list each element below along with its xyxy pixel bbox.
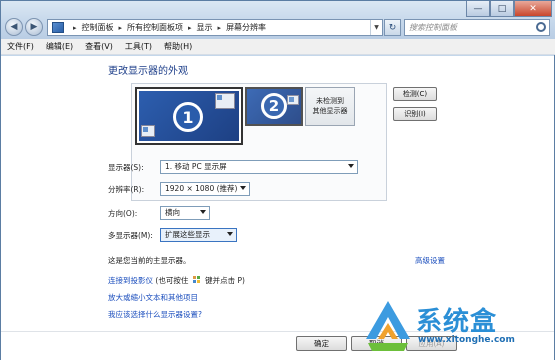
projector-hint-prefix: (也可按住 [155, 276, 189, 285]
minimize-button[interactable]: — [466, 1, 490, 17]
display-select-value: 1. 移动 PC 显示屏 [165, 162, 227, 171]
menu-view[interactable]: 查看(V) [85, 41, 113, 52]
maximize-button[interactable]: □ [490, 1, 514, 17]
monitor-2-number: 2 [261, 93, 287, 119]
chevron-right-icon: ▸ [118, 23, 123, 32]
search-placeholder: 搜索控制面板 [409, 23, 457, 32]
resolution-select-value: 1920 × 1080 (推荐) [165, 184, 238, 193]
menu-edit[interactable]: 编辑(E) [46, 41, 73, 52]
breadcrumb-item[interactable]: 控制面板 [82, 22, 114, 33]
breadcrumb-item[interactable]: 显示 [197, 22, 213, 33]
chevron-right-icon: ▸ [188, 23, 192, 32]
undetected-display: 未检测到 其他显示器 [305, 87, 355, 126]
text-size-link[interactable]: 放大或缩小文本和其他项目 [108, 292, 198, 303]
chevron-right-icon: ▸ [73, 23, 77, 32]
search-icon [536, 22, 546, 32]
resolution-label: 分辨率(R): [108, 184, 145, 194]
identify-button[interactable]: 识别(I) [393, 107, 437, 121]
display-label: 显示器(S): [108, 162, 144, 172]
advanced-settings-link[interactable]: 高级设置 [415, 255, 445, 266]
forward-arrow-icon: ▶ [30, 22, 38, 32]
multi-display-select-value: 扩展这些显示 [165, 230, 210, 239]
control-panel-icon [52, 22, 64, 33]
projector-line: 连接到投影仪 (也可按住 键并点击 P) [108, 275, 245, 286]
window-thumbnail-icon [287, 95, 299, 105]
chevron-right-icon: ▸ [217, 23, 222, 32]
monitor-2[interactable]: 2 [245, 87, 303, 126]
undetected-text-line2: 其他显示器 [312, 107, 348, 115]
window-thumbnail-icon [215, 93, 235, 109]
orientation-select[interactable]: 横向 [160, 206, 210, 220]
orientation-row: 方向(O): 横向 [108, 206, 210, 220]
chevron-down-icon [200, 210, 206, 214]
watermark: 系统盒 www.xitonghe.com [364, 297, 554, 359]
window-thumbnail-icon [141, 125, 155, 137]
watermark-brand: 系统盒 [416, 307, 498, 337]
multi-display-select[interactable]: 扩展这些显示 [160, 228, 237, 242]
close-button[interactable]: ✕ [514, 1, 552, 17]
monitor-1[interactable]: 1 [135, 87, 243, 145]
windows-logo-icon [192, 276, 201, 284]
which-settings-link[interactable]: 我应该选择什么显示器设置? [108, 309, 202, 320]
detect-button[interactable]: 检测(C) [393, 87, 437, 101]
refresh-button[interactable]: ↻ [384, 19, 401, 36]
breadcrumb-item[interactable]: 所有控制面板项 [127, 22, 183, 33]
menu-file[interactable]: 文件(F) [7, 41, 34, 52]
chevron-down-icon [227, 232, 233, 236]
chevron-down-icon [240, 186, 246, 190]
menu-bar: 文件(F) 编辑(E) 查看(V) 工具(T) 帮助(H) [1, 39, 555, 55]
window-controls: — □ ✕ [466, 1, 552, 17]
multi-display-row: 多显示器(M): 扩展这些显示 [108, 228, 237, 242]
back-button[interactable]: ◀ [5, 18, 23, 36]
display-row: 显示器(S): 1. 移动 PC 显示屏 [108, 160, 358, 174]
chevron-down-icon[interactable]: ▼ [370, 20, 382, 35]
back-arrow-icon: ◀ [10, 22, 18, 32]
watermark-url: www.xitonghe.com [418, 335, 515, 345]
brand-logo-icon [366, 301, 410, 351]
orientation-select-value: 横向 [165, 208, 180, 217]
breadcrumb-item[interactable]: 屏幕分辨率 [226, 22, 266, 33]
chevron-down-icon [348, 164, 354, 168]
search-input[interactable]: 搜索控制面板 [404, 19, 550, 36]
window: — □ ✕ ◀ ▶ ▸ 控制面板 ▸ 所有控制面板项 ▸ 显示 ▸ 屏幕分辨率 … [0, 0, 555, 360]
page-title: 更改显示器的外观 [108, 66, 188, 77]
resolution-select[interactable]: 1920 × 1080 (推荐) [160, 182, 250, 196]
forward-button[interactable]: ▶ [25, 18, 43, 36]
primary-display-note: 这是您当前的主显示器。 [108, 256, 191, 265]
refresh-icon: ↻ [388, 22, 397, 33]
projector-hint-suffix: 键并点击 P) [205, 276, 245, 285]
title-bar: — □ ✕ ◀ ▶ ▸ 控制面板 ▸ 所有控制面板项 ▸ 显示 ▸ 屏幕分辨率 … [1, 1, 555, 39]
menu-tools[interactable]: 工具(T) [125, 41, 152, 52]
monitor-1-number: 1 [173, 102, 203, 132]
ok-button[interactable]: 确定 [296, 336, 347, 351]
orientation-label: 方向(O): [108, 208, 138, 218]
address-bar[interactable]: ▸ 控制面板 ▸ 所有控制面板项 ▸ 显示 ▸ 屏幕分辨率 ▼ [47, 19, 383, 36]
multi-display-label: 多显示器(M): [108, 230, 153, 240]
display-select[interactable]: 1. 移动 PC 显示屏 [160, 160, 358, 174]
undetected-text-line1: 未检测到 [316, 97, 344, 105]
menu-help[interactable]: 帮助(H) [164, 41, 192, 52]
connect-projector-link[interactable]: 连接到投影仪 [108, 276, 153, 285]
resolution-row: 分辨率(R): 1920 × 1080 (推荐) [108, 182, 250, 196]
